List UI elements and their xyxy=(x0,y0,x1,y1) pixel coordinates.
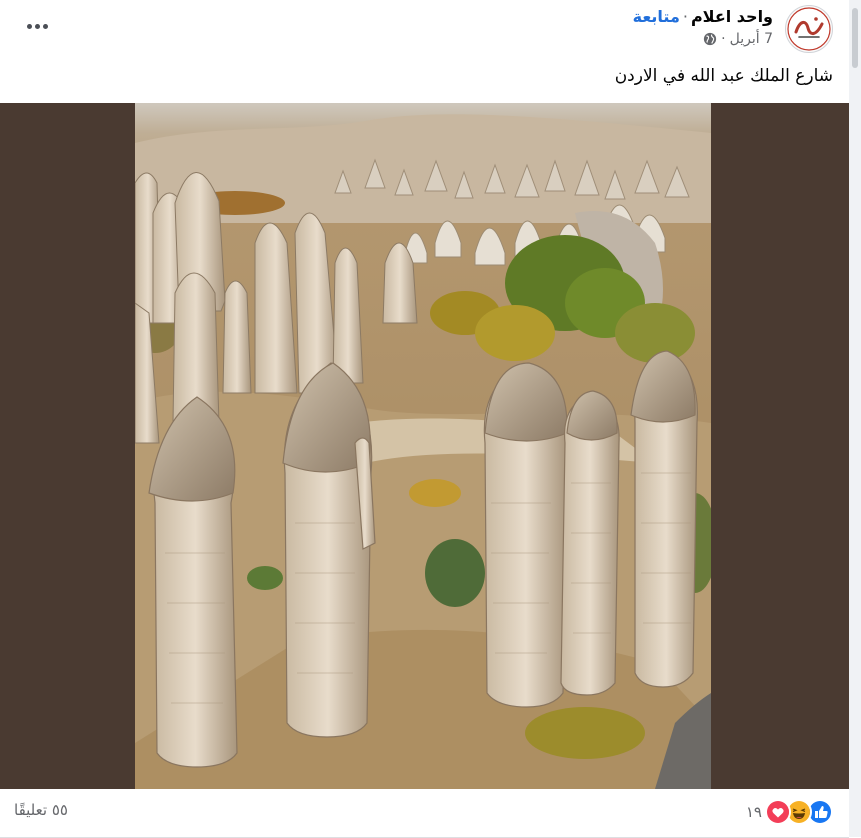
author-line: واحد اعلام·متابعة xyxy=(633,7,773,26)
scrollbar-thumb[interactable] xyxy=(852,8,858,68)
dot-icon xyxy=(26,23,32,29)
scrollbar[interactable] xyxy=(849,0,861,837)
reactions-summary[interactable]: ١٩ xyxy=(746,799,833,825)
avatar[interactable] xyxy=(785,5,833,53)
post-footer: ١٩ ٥٥ تعليقًا xyxy=(0,789,849,838)
follow-button[interactable]: متابعة xyxy=(633,7,680,26)
reaction-count[interactable]: ١٩ xyxy=(746,803,762,821)
post-meta: 7 أبريل · xyxy=(703,31,773,47)
comments-count[interactable]: ٥٥ تعليقًا xyxy=(14,801,68,819)
post-header: واحد اعلام·متابعة 7 أبريل · xyxy=(0,0,849,60)
love-icon xyxy=(765,799,791,825)
meta-separator: · xyxy=(721,31,726,47)
post-photo[interactable] xyxy=(135,103,711,789)
more-options-button[interactable] xyxy=(20,12,54,40)
separator-dot: · xyxy=(682,7,688,26)
post-card: واحد اعلام·متابعة 7 أبريل · شارع الملك ع… xyxy=(0,0,850,838)
globe-icon xyxy=(703,32,717,46)
dot-icon xyxy=(42,23,48,29)
post-media[interactable] xyxy=(0,103,849,789)
fairy-chimneys-photo xyxy=(135,103,711,789)
post-date[interactable]: 7 أبريل xyxy=(730,31,773,47)
dot-icon xyxy=(34,23,40,29)
author-name[interactable]: واحد اعلام xyxy=(691,7,773,26)
post-text: شارع الملك عبد الله في الاردن xyxy=(614,66,833,86)
page-logo-icon xyxy=(787,7,831,51)
